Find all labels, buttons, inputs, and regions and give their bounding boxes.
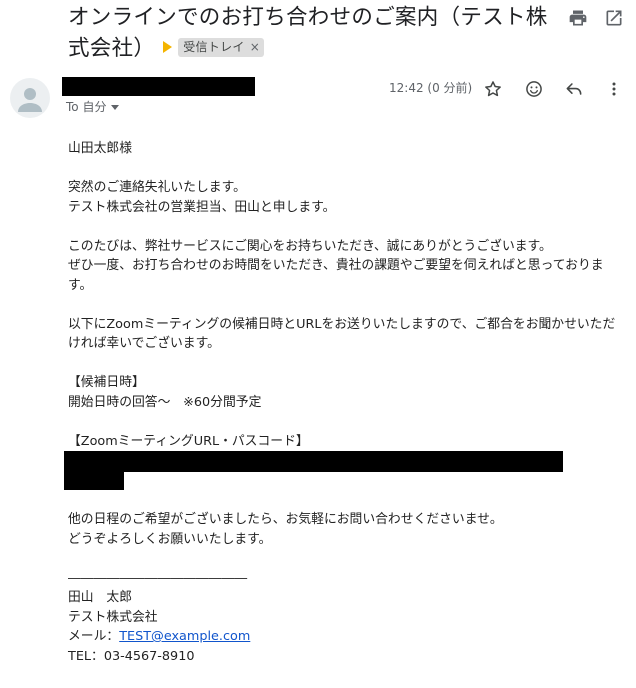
to-label: To 自分 bbox=[66, 100, 107, 114]
zoom-heading: 【ZoomミーティングURL・パスコード】 bbox=[68, 433, 309, 449]
remove-label-icon[interactable]: × bbox=[250, 40, 260, 54]
message-body: 山田太郎様 突然のご連絡失礼いたします。 テスト株式会社の営業担当、田山と申しま… bbox=[68, 139, 626, 451]
signature-email-link[interactable]: TEST@example.com bbox=[119, 629, 250, 644]
emoji-icon[interactable] bbox=[524, 79, 544, 99]
signature-email-line: メール：TEST@example.com bbox=[68, 627, 626, 647]
more-vert-icon[interactable] bbox=[604, 79, 624, 99]
message-body-lower: 他の日程のご希望がございましたら、お気軽にお問い合わせくださいませ。 どうぞよろ… bbox=[68, 510, 626, 666]
signature-name: 田山 太郎 bbox=[68, 590, 132, 605]
signature-email-label: メール： bbox=[68, 629, 120, 644]
candidate-heading: 【候補日時】 bbox=[68, 375, 145, 390]
intro-line-2: テスト株式会社の営業担当、田山と申します。 bbox=[68, 199, 336, 215]
closing-line-2: どうぞよろしくお願いいたします。 bbox=[68, 531, 272, 547]
email-subject: オンラインでのお打ち合わせのご案内（テスト株式会社） 受信トレイ × bbox=[68, 2, 560, 64]
paragraph-request: ぜひ一度、お打ち合わせのお時間をいただき、貴社の課題やご要望を伺えればと思ってお… bbox=[68, 258, 604, 293]
print-icon[interactable] bbox=[568, 8, 588, 28]
recipient-details-toggle[interactable]: To 自分 bbox=[66, 99, 120, 115]
sender-avatar bbox=[10, 78, 50, 118]
message-timestamp: 12:42 (0 分前) bbox=[389, 81, 473, 95]
chevron-down-icon[interactable] bbox=[111, 105, 120, 110]
signature-divider: ―――――――――――――― bbox=[68, 570, 248, 586]
inbox-label-chip[interactable]: 受信トレイ × bbox=[178, 37, 265, 57]
zoom-url-redacted bbox=[64, 451, 563, 472]
subject-title: オンラインでのお打ち合わせのご案内（テスト株式会社） bbox=[68, 5, 548, 61]
intro-line-1: 突然のご連絡失礼いたします。 bbox=[68, 180, 246, 195]
paragraph-zoom-info: 以下にZoomミーティングの候補日時とURLをお送りいたしますので、ご都合をお聞… bbox=[68, 316, 616, 352]
candidate-value: 開始日時の回答〜 ※60分間予定 bbox=[68, 394, 262, 410]
signature-tel: TEL：03-4567-8910 bbox=[68, 648, 195, 664]
greeting: 山田太郎様 bbox=[68, 141, 132, 156]
star-icon[interactable] bbox=[483, 79, 503, 99]
inbox-label-text: 受信トレイ bbox=[183, 39, 245, 54]
closing-line-1: 他の日程のご希望がございましたら、お気軽にお問い合わせくださいませ。 bbox=[68, 512, 503, 527]
signature-company: テスト株式会社 bbox=[68, 609, 158, 625]
sender-name-redacted bbox=[62, 77, 255, 96]
open-in-new-window-icon[interactable] bbox=[604, 8, 624, 28]
important-marker-icon[interactable] bbox=[163, 41, 173, 53]
reply-icon[interactable] bbox=[564, 79, 584, 99]
paragraph-thanks: このたびは、弊社サービスにご関心をお持ちいただき、誠にありがとうございます。 bbox=[68, 238, 552, 254]
person-icon bbox=[18, 88, 42, 112]
zoom-passcode-redacted bbox=[64, 472, 124, 490]
